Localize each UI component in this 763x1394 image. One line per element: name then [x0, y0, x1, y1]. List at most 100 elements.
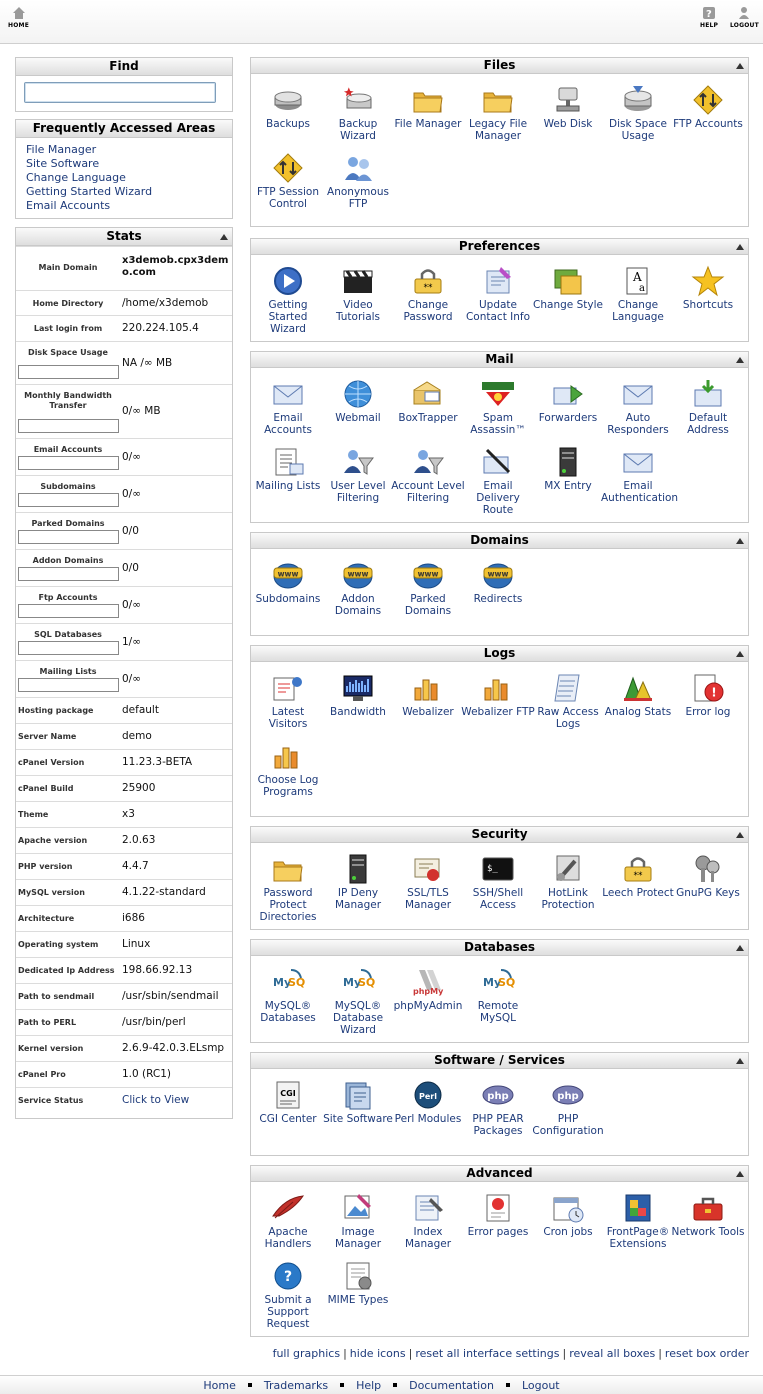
help-button[interactable]: ? HELP — [700, 6, 718, 29]
reset-box-order-link[interactable]: reset box order — [665, 1347, 749, 1360]
item-ip-deny-manager[interactable]: IP Deny Manager — [321, 853, 395, 911]
item-backups[interactable]: Backups — [251, 84, 325, 130]
collapse-arrow-icon[interactable] — [736, 538, 744, 544]
item-site-software[interactable]: Site Software — [321, 1079, 395, 1125]
item-cron-jobs[interactable]: Cron jobs — [531, 1192, 605, 1238]
faa-link-site-software[interactable]: Site Software — [16, 157, 232, 171]
footer-logout-link[interactable]: Logout — [522, 1379, 560, 1392]
item-redirects[interactable]: www Redirects — [461, 559, 535, 605]
home-label: HOME — [8, 22, 29, 29]
item-error-log[interactable]: ! Error log — [671, 672, 745, 718]
stat-label: MySQL version — [18, 888, 85, 897]
item-remote-mysql[interactable]: MySQLRemote MySQL — [461, 966, 535, 1024]
item-raw-access-logs[interactable]: Raw Access Logs — [531, 672, 605, 730]
collapse-arrow-icon[interactable] — [736, 244, 744, 250]
collapse-arrow-icon[interactable] — [736, 945, 744, 951]
item-image-manager[interactable]: Image Manager — [321, 1192, 395, 1250]
footer-trademarks-link[interactable]: Trademarks — [264, 1379, 328, 1392]
item-latest-visitors[interactable]: Latest Visitors — [251, 672, 325, 730]
item-file-manager[interactable]: File Manager — [391, 84, 465, 130]
item-apache-handlers[interactable]: Apache Handlers — [251, 1192, 325, 1250]
service-status-link[interactable]: Click to View — [122, 1094, 234, 1106]
item-user-level-filtering[interactable]: User Level Filtering — [321, 446, 395, 504]
item-default-address[interactable]: Default Address — [671, 378, 745, 436]
item-account-level-filtering[interactable]: Account Level Filtering — [391, 446, 465, 504]
item-ssh-shell-access[interactable]: $_ SSH/Shell Access — [461, 853, 535, 911]
faa-link-email-accounts[interactable]: Email Accounts — [16, 199, 232, 213]
item-mime-types[interactable]: MIME Types — [321, 1260, 395, 1306]
reveal-boxes-link[interactable]: reveal all boxes — [569, 1347, 655, 1360]
item-email-authentication[interactable]: Email Authentication — [601, 446, 678, 504]
item-mysql-database-wizard[interactable]: MySQLMySQL® Database Wizard — [321, 966, 395, 1036]
item-mx-entry[interactable]: MX Entry — [531, 446, 605, 492]
item-web-disk[interactable]: Web Disk — [531, 84, 605, 130]
footer-documentation-link[interactable]: Documentation — [409, 1379, 494, 1392]
item-webmail[interactable]: Webmail — [321, 378, 395, 424]
item-cgi-center[interactable]: CGI CGI Center — [251, 1079, 325, 1125]
item-phpmyadmin[interactable]: phpMy phpMyAdmin — [391, 966, 465, 1012]
item-leech-protect[interactable]: ** Leech Protect — [601, 853, 675, 899]
item-email-accounts[interactable]: Email Accounts — [251, 378, 325, 436]
item-legacy-file-manager[interactable]: Legacy File Manager — [461, 84, 535, 142]
visitors-icon — [271, 672, 305, 704]
item-choose-log-programs[interactable]: Choose Log Programs — [251, 740, 325, 798]
item-gnupg-keys[interactable]: GnuPG Keys — [671, 853, 745, 899]
item-anonymous-ftp[interactable]: Anonymous FTP — [321, 152, 395, 210]
footer-help-link[interactable]: Help — [356, 1379, 381, 1392]
item-mailing-lists[interactable]: Mailing Lists — [251, 446, 325, 492]
collapse-arrow-icon[interactable] — [736, 832, 744, 838]
faa-link-file-manager[interactable]: File Manager — [16, 143, 232, 157]
reset-interface-link[interactable]: reset all interface settings — [415, 1347, 559, 1360]
item-change-language[interactable]: Aa Change Language — [601, 265, 675, 323]
item-error-pages[interactable]: Error pages — [461, 1192, 535, 1238]
collapse-arrow-icon[interactable] — [736, 651, 744, 657]
item-parked-domains[interactable]: www Parked Domains — [391, 559, 465, 617]
item-analog-stats[interactable]: Analog Stats — [601, 672, 675, 718]
item-backup-wizard[interactable]: Backup Wizard — [321, 84, 395, 142]
item-change-password[interactable]: ** Change Password — [391, 265, 465, 323]
item-webalizer[interactable]: Webalizer — [391, 672, 465, 718]
item-mysql-databases[interactable]: MySQLMySQL® Databases — [251, 966, 325, 1024]
full-graphics-link[interactable]: full graphics — [273, 1347, 341, 1360]
item-password-protect-directories[interactable]: Password Protect Directories — [251, 853, 325, 923]
item-change-style[interactable]: Change Style — [531, 265, 605, 311]
item-php-configuration[interactable]: php PHP Configuration — [531, 1079, 605, 1137]
collapse-arrow-icon[interactable] — [736, 1171, 744, 1177]
item-webalizer-ftp[interactable]: Webalizer FTP — [461, 672, 535, 718]
item-ftp-accounts[interactable]: FTP Accounts — [671, 84, 745, 130]
item-update-contact-info[interactable]: Update Contact Info — [461, 265, 535, 323]
collapse-arrow-icon[interactable] — [220, 234, 228, 240]
footer-home-link[interactable]: Home — [203, 1379, 235, 1392]
item-ssl-tls-manager[interactable]: SSL/TLS Manager — [391, 853, 465, 911]
item-boxtrapper[interactable]: BoxTrapper — [391, 378, 465, 424]
collapse-arrow-icon[interactable] — [736, 63, 744, 69]
item-video-tutorials[interactable]: Video Tutorials — [321, 265, 395, 323]
faa-link-getting-started[interactable]: Getting Started Wizard — [16, 185, 232, 199]
item-forwarders[interactable]: Forwarders — [531, 378, 605, 424]
item-frontpage-extensions[interactable]: FrontPage® Extensions — [601, 1192, 675, 1250]
home-button[interactable]: HOME — [8, 6, 29, 29]
find-input[interactable] — [24, 82, 216, 103]
item-ftp-session-control[interactable]: FTP Session Control — [251, 152, 325, 210]
item-submit-a-support-request[interactable]: ? Submit a Support Request — [251, 1260, 325, 1330]
svg-text:www: www — [278, 570, 299, 579]
item-bandwidth[interactable]: Bandwidth — [321, 672, 395, 718]
faa-link-change-language[interactable]: Change Language — [16, 171, 232, 185]
collapse-arrow-icon[interactable] — [736, 357, 744, 363]
item-shortcuts[interactable]: Shortcuts — [671, 265, 745, 311]
item-index-manager[interactable]: Index Manager — [391, 1192, 465, 1250]
item-spam-assassin[interactable]: Spam Assassin™ — [461, 378, 535, 436]
item-auto-responders[interactable]: Auto Responders — [601, 378, 675, 436]
logout-button[interactable]: LOGOUT — [730, 6, 759, 29]
item-getting-started-wizard[interactable]: Getting Started Wizard — [251, 265, 325, 335]
hide-icons-link[interactable]: hide icons — [350, 1347, 406, 1360]
item-email-delivery-route[interactable]: Email Delivery Route — [461, 446, 535, 516]
item-hotlink-protection[interactable]: HotLink Protection — [531, 853, 605, 911]
item-network-tools[interactable]: Network Tools — [671, 1192, 745, 1238]
item-disk-space-usage[interactable]: Disk Space Usage — [601, 84, 675, 142]
item-addon-domains[interactable]: www Addon Domains — [321, 559, 395, 617]
item-subdomains[interactable]: www Subdomains — [251, 559, 325, 605]
collapse-arrow-icon[interactable] — [736, 1058, 744, 1064]
item-perl-modules[interactable]: Perl Perl Modules — [391, 1079, 465, 1125]
item-php-pear-packages[interactable]: php PHP PEAR Packages — [461, 1079, 535, 1137]
